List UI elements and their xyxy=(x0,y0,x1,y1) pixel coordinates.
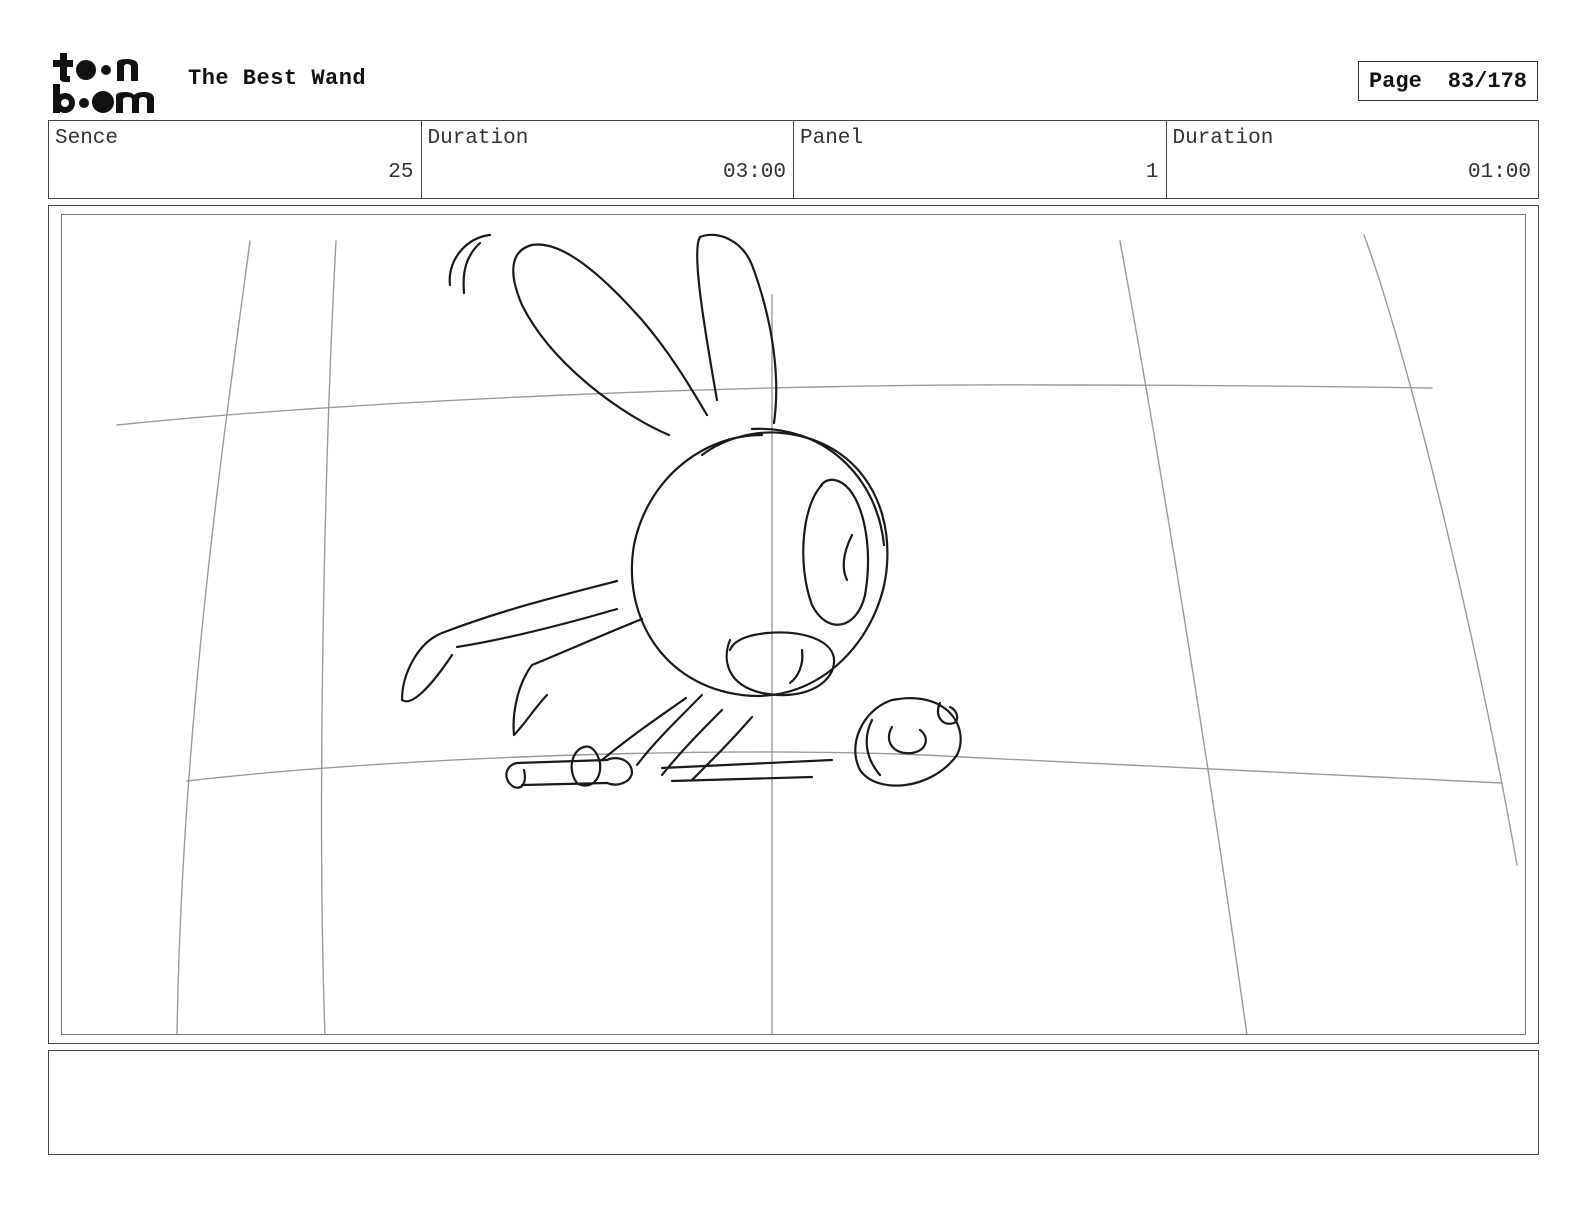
page-number: 83/178 xyxy=(1447,68,1528,94)
panel-duration-value: 01:00 xyxy=(1467,161,1531,184)
page-indicator: Page 83/178 xyxy=(1358,61,1538,101)
scene-value: 25 xyxy=(388,161,414,184)
perspective-guides xyxy=(116,234,1518,1034)
panel-value: 1 xyxy=(1145,161,1159,184)
scene-duration-value: 03:00 xyxy=(722,161,786,184)
page-label: Page xyxy=(1368,68,1422,94)
panel-drawing-area xyxy=(61,214,1526,1035)
panel-duration-label: Duration xyxy=(1172,127,1274,150)
scene-cell: Sence 25 xyxy=(49,121,422,198)
scene-duration-cell: Duration 03:00 xyxy=(422,121,794,198)
character-sketch xyxy=(400,233,962,789)
panel-duration-cell: Duration 01:00 xyxy=(1167,121,1539,198)
panel-label: Panel xyxy=(800,127,864,150)
scene-label: Sence xyxy=(55,127,119,150)
sketch-drawing xyxy=(116,233,1518,1034)
project-title: The Best Wand xyxy=(188,66,367,91)
info-row: Sence 25 Duration 03:00 Panel 1 Duration… xyxy=(48,120,1539,199)
toon-boom-logo xyxy=(53,53,154,113)
panel-notes xyxy=(48,1050,1539,1155)
storyboard-panel xyxy=(48,205,1539,1044)
panel-cell: Panel 1 xyxy=(794,121,1167,198)
scene-duration-label: Duration xyxy=(427,127,529,150)
